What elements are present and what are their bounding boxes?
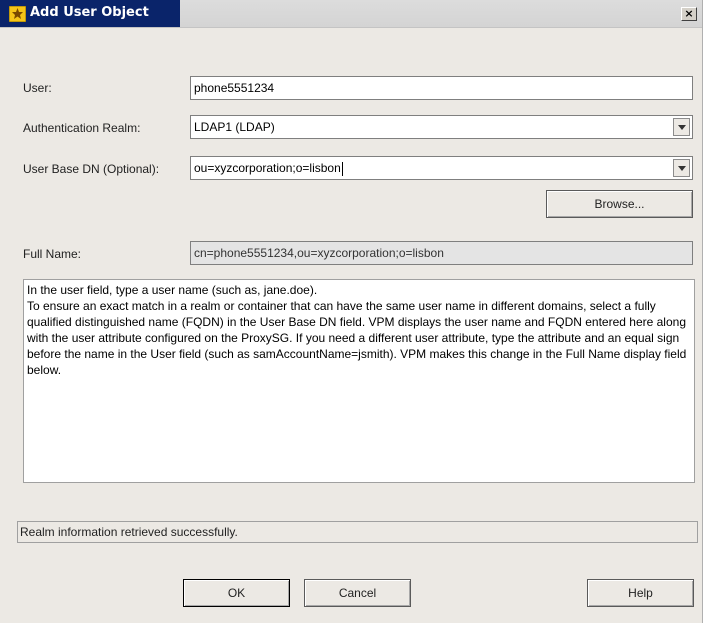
- user-base-dn-value: ou=xyzcorporation;o=lisbon: [194, 161, 341, 175]
- auth-realm-label: Authentication Realm:: [23, 121, 141, 135]
- cancel-button[interactable]: Cancel: [304, 579, 411, 607]
- title-bar: Add User Object ×: [0, 0, 702, 28]
- help-button[interactable]: Help: [587, 579, 694, 607]
- full-name-value: cn=phone5551234,ou=xyzcorporation;o=lisb…: [194, 246, 444, 260]
- chevron-down-icon[interactable]: [673, 118, 690, 136]
- status-message: Realm information retrieved successfully…: [20, 525, 238, 539]
- app-icon: [9, 6, 26, 22]
- full-name-field: cn=phone5551234,ou=xyzcorporation;o=lisb…: [190, 241, 693, 265]
- ok-button[interactable]: OK: [183, 579, 290, 607]
- user-base-dn-combo[interactable]: ou=xyzcorporation;o=lisbon: [190, 156, 693, 180]
- close-button[interactable]: ×: [681, 7, 697, 21]
- browse-button-label: Browse...: [594, 197, 645, 211]
- user-input-value: phone5551234: [194, 81, 275, 95]
- auth-realm-select[interactable]: LDAP1 (LDAP): [190, 115, 693, 139]
- full-name-label: Full Name:: [23, 247, 82, 261]
- auth-realm-value: LDAP1 (LDAP): [194, 120, 275, 134]
- help-text-area: In the user field, type a user name (suc…: [23, 279, 695, 483]
- user-base-dn-label: User Base DN (Optional):: [23, 162, 160, 176]
- chevron-down-icon[interactable]: [673, 159, 690, 177]
- add-user-object-dialog: Add User Object × User: phone5551234 Aut…: [0, 0, 703, 623]
- status-bar: Realm information retrieved successfully…: [17, 521, 698, 543]
- browse-button[interactable]: Browse...: [546, 190, 693, 218]
- help-button-label: Help: [628, 586, 653, 600]
- user-input[interactable]: phone5551234: [190, 76, 693, 100]
- close-icon: ×: [684, 7, 694, 20]
- window-title: Add User Object: [30, 5, 149, 20]
- user-label: User:: [23, 81, 52, 95]
- text-caret: [341, 161, 343, 176]
- cancel-button-label: Cancel: [338, 586, 377, 600]
- ok-button-label: OK: [227, 586, 246, 600]
